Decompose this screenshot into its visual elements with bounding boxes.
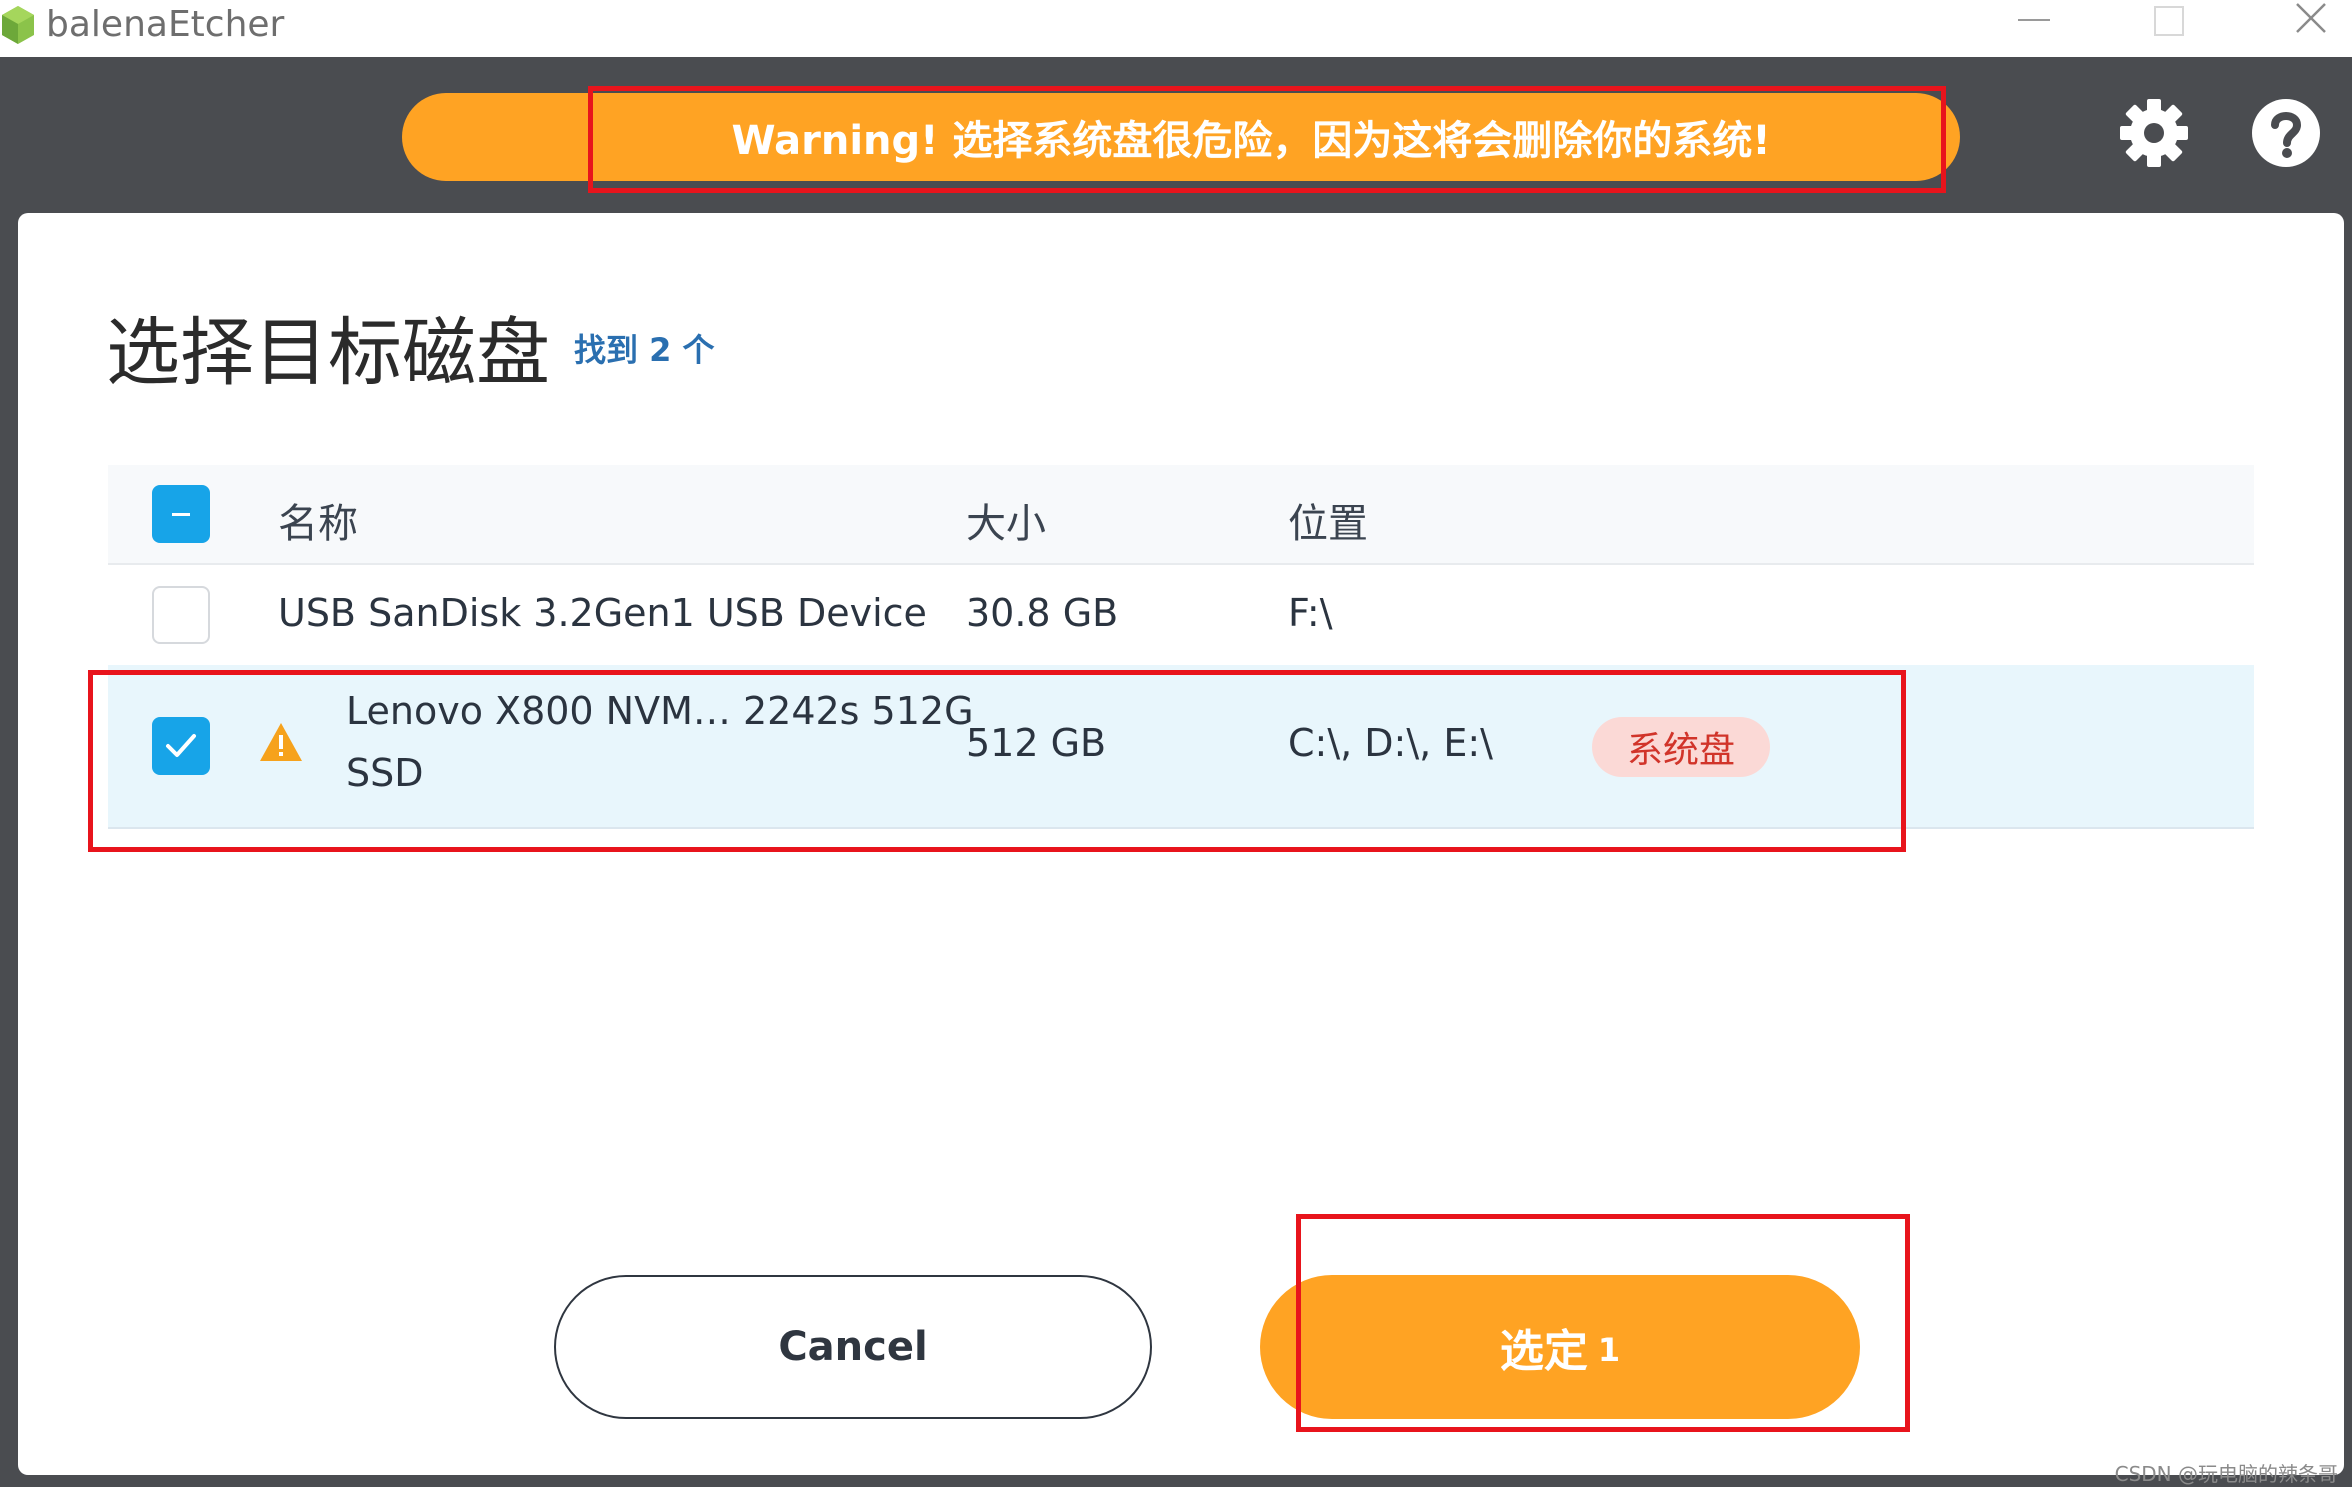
table-row[interactable]: USB SanDisk 3.2Gen1 USB Device 30.8 GB F… <box>108 565 2254 665</box>
cancel-button[interactable]: Cancel <box>554 1275 1152 1419</box>
annotation-box-warning <box>588 86 1946 193</box>
close-button[interactable] <box>2270 0 2350 57</box>
column-header-size: 大小 <box>966 501 1046 547</box>
drive-name: USB SanDisk 3.2Gen1 USB Device <box>278 591 927 635</box>
maximize-button[interactable] <box>2130 0 2210 57</box>
gear-icon[interactable] <box>2118 97 2190 169</box>
balena-logo-icon <box>2 6 34 44</box>
select-all-checkbox[interactable] <box>152 485 210 543</box>
window-title: balenaEtcher <box>46 4 285 45</box>
column-header-location: 位置 <box>1288 501 1368 547</box>
close-icon <box>2296 3 2326 33</box>
title-bar: balenaEtcher <box>0 0 2352 57</box>
row-checkbox[interactable] <box>152 586 210 644</box>
annotation-box-select <box>1296 1214 1910 1432</box>
modal-title: 选择目标磁盘 <box>106 310 550 396</box>
annotation-box-system-drive <box>88 670 1906 852</box>
help-icon[interactable] <box>2250 97 2322 169</box>
minimize-button[interactable] <box>1990 0 2070 57</box>
watermark: CSDN @玩电脑的辣条哥 <box>2114 1462 2338 1486</box>
table-header: 名称 大小 位置 <box>108 465 2254 565</box>
drive-location: F:\ <box>1288 591 1333 635</box>
column-header-name: 名称 <box>278 501 358 547</box>
found-count: 找到 2 个 <box>574 331 715 369</box>
drive-size: 30.8 GB <box>966 591 1119 635</box>
